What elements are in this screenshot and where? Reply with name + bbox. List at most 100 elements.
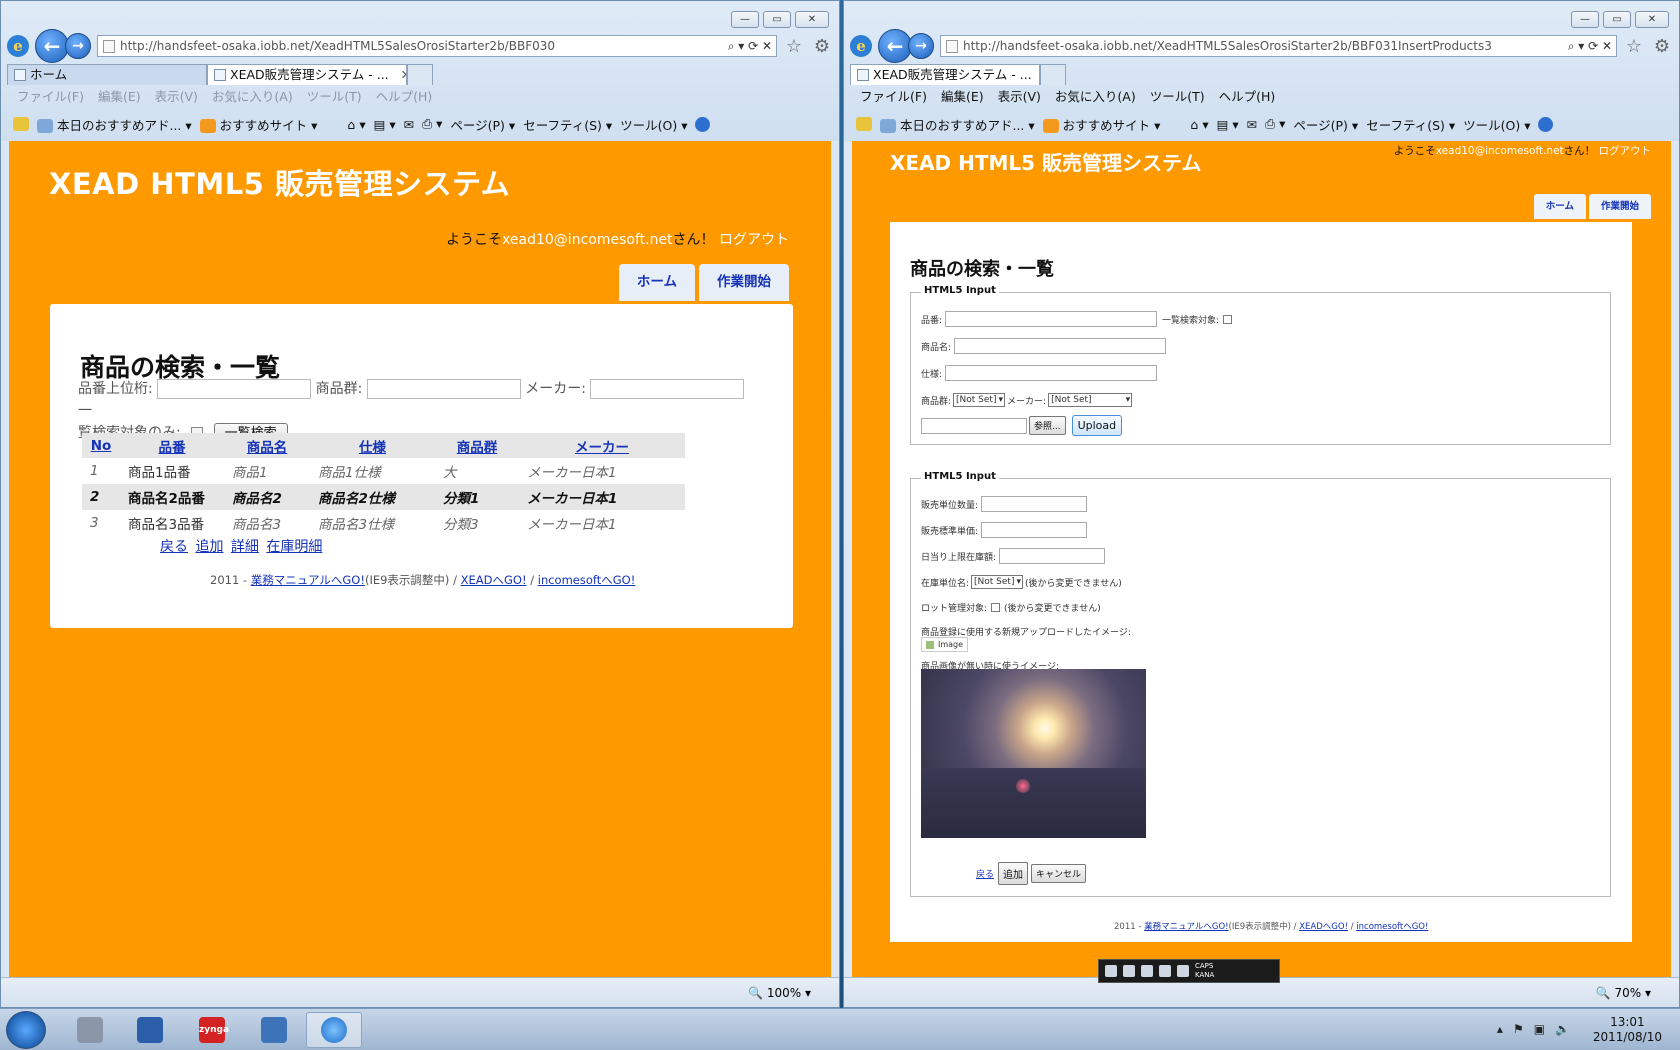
ime-tools-icon[interactable]	[1159, 965, 1171, 977]
tools-menu[interactable]: ツール(O) ▾	[1463, 115, 1530, 134]
menu-file[interactable]: ファイル(F)	[17, 87, 84, 107]
ime-pad-icon[interactable]	[1141, 965, 1153, 977]
feeds-icon[interactable]: ▤ ▾	[374, 117, 396, 132]
mail-icon[interactable]: ✉	[1247, 117, 1257, 132]
name-input[interactable]	[954, 338, 1167, 354]
clock[interactable]: 13:01 2011/08/10	[1593, 1015, 1662, 1045]
back-button[interactable]: ←	[878, 29, 912, 63]
nav-home-tab[interactable]: ホーム	[618, 264, 695, 301]
help-icon[interactable]	[695, 116, 711, 132]
detail-link[interactable]: 詳細	[231, 539, 259, 555]
safety-menu[interactable]: セーフティ(S) ▾	[1366, 115, 1455, 134]
menu-view[interactable]: 表示(V)	[155, 87, 198, 107]
ime-mode-icon[interactable]	[1123, 965, 1135, 977]
add-favorite-icon[interactable]	[13, 117, 29, 131]
network-icon[interactable]: ▣	[1534, 1022, 1545, 1036]
home-icon[interactable]: ⌂ ▾	[347, 117, 365, 132]
add-link[interactable]: 追加	[195, 539, 223, 555]
powershell-icon[interactable]	[122, 1012, 178, 1048]
favorites-star-icon[interactable]: ☆	[783, 36, 805, 57]
table-row[interactable]: 1 商品1品番 商品1 商品1仕様 大 メーカー日本1	[82, 458, 685, 484]
list-target-checkbox[interactable]	[1223, 314, 1233, 324]
fav-recommended[interactable]: おすすめサイト ▾	[199, 115, 317, 134]
col-spec[interactable]: 仕様	[310, 433, 435, 458]
back-button[interactable]: ←	[35, 29, 69, 63]
maximize-button[interactable]: ▭	[1603, 11, 1631, 28]
col-group[interactable]: 商品群	[435, 433, 519, 458]
print-icon[interactable]: ⎙ ▾	[1265, 116, 1285, 132]
manual-link[interactable]: 業務マニュアルへGO!	[251, 573, 365, 587]
zoom-control[interactable]: 🔍 100% ▾	[748, 986, 811, 1000]
address-bar[interactable]: http://handsfeet-osaka.iobb.net/XeadHTML…	[97, 35, 777, 57]
zoom-control[interactable]: 🔍 70% ▾	[1596, 986, 1651, 1000]
fav-recommended[interactable]: おすすめサイト ▾	[1042, 115, 1160, 134]
volume-icon[interactable]: 🔈	[1555, 1022, 1570, 1036]
nav-start-work-tab[interactable]: 作業開始	[699, 264, 789, 301]
upload-button[interactable]: Upload	[1071, 415, 1123, 436]
windows-start-icon[interactable]	[6, 1011, 46, 1049]
settings-gear-icon[interactable]: ⚙	[1651, 36, 1673, 57]
menu-favorites[interactable]: お気に入り(A)	[1055, 87, 1136, 107]
fav-suggested[interactable]: 本日のおすすめアド... ▾	[880, 115, 1035, 134]
stock-unit-select[interactable]: [Not Set]	[971, 575, 1024, 589]
logout-link[interactable]: ログアウト	[1599, 145, 1652, 157]
menu-tools[interactable]: ツール(T)	[307, 87, 362, 107]
back-link[interactable]: 戻る	[976, 867, 994, 880]
tab-xead[interactable]: XEAD販売管理システム - ... ✕	[207, 64, 407, 85]
new-tab-button[interactable]	[407, 64, 433, 85]
incomesoft-link[interactable]: incomesoftへGO!	[1356, 922, 1428, 932]
computer-management-icon[interactable]	[62, 1012, 118, 1048]
settings-gear-icon[interactable]: ⚙	[811, 36, 833, 57]
fav-suggested[interactable]: 本日のおすすめアド... ▾	[37, 115, 192, 134]
table-row[interactable]: 2 商品名2品番 商品名2 商品名2仕様 分類1 メーカー日本1	[82, 484, 685, 510]
address-tools-icon[interactable]: ⌕ ▾ ⟳ ✕	[728, 36, 772, 56]
zynga-icon[interactable]: zynga	[184, 1012, 240, 1048]
feeds-icon[interactable]: ▤ ▾	[1217, 117, 1239, 132]
maximize-button[interactable]: ▭	[763, 11, 791, 28]
help-icon[interactable]	[1538, 116, 1554, 132]
maker-select[interactable]: [Not Set]	[1048, 393, 1133, 407]
menu-edit[interactable]: 編集(E)	[98, 87, 141, 107]
close-button[interactable]: ✕	[795, 11, 829, 28]
forward-button[interactable]: →	[908, 33, 934, 59]
address-tools-icon[interactable]: ⌕ ▾ ⟳ ✕	[1568, 36, 1612, 56]
col-code[interactable]: 品番	[120, 433, 224, 458]
code-prefix-input[interactable]	[157, 379, 312, 399]
menu-help[interactable]: ヘルプ(H)	[376, 87, 433, 107]
close-button[interactable]: ✕	[1635, 11, 1669, 28]
tab-home[interactable]: ホーム	[7, 64, 207, 85]
spec-input[interactable]	[945, 365, 1158, 381]
stock-detail-link[interactable]: 在庫明細	[266, 539, 322, 555]
internet-explorer-icon[interactable]	[306, 1012, 362, 1048]
minimize-button[interactable]: —	[1571, 11, 1599, 28]
minimize-button[interactable]: —	[731, 11, 759, 28]
cancel-button[interactable]: キャンセル	[1031, 864, 1087, 883]
menu-edit[interactable]: 編集(E)	[941, 87, 984, 107]
std-price-input[interactable]	[981, 522, 1088, 538]
daily-limit-input[interactable]	[999, 548, 1106, 564]
forward-button[interactable]: →	[65, 33, 91, 59]
code-input[interactable]	[945, 311, 1158, 327]
logout-link[interactable]: ログアウト	[719, 232, 789, 248]
xead-link[interactable]: XEADへGO!	[461, 573, 527, 587]
page-menu[interactable]: ページ(P) ▾	[1293, 115, 1358, 134]
nav-start-work-tab[interactable]: 作業開始	[1588, 194, 1651, 219]
safety-menu[interactable]: セーフティ(S) ▾	[523, 115, 612, 134]
nav-home-tab[interactable]: ホーム	[1533, 194, 1586, 219]
xead-link[interactable]: XEADへGO!	[1299, 922, 1348, 932]
group-input[interactable]	[366, 379, 521, 399]
page-menu[interactable]: ページ(P) ▾	[450, 115, 515, 134]
menu-file[interactable]: ファイル(F)	[860, 87, 927, 107]
ime-icon[interactable]	[1105, 965, 1117, 977]
add-favorite-icon[interactable]	[856, 117, 872, 131]
menu-favorites[interactable]: お気に入り(A)	[212, 87, 293, 107]
tab-xead[interactable]: XEAD販売管理システム - ...	[850, 64, 1040, 85]
mail-icon[interactable]: ✉	[404, 117, 414, 132]
manual-link[interactable]: 業務マニュアルへGO!	[1144, 922, 1228, 932]
print-icon[interactable]: ⎙ ▾	[422, 116, 442, 132]
ime-help-icon[interactable]	[1177, 965, 1189, 977]
home-icon[interactable]: ⌂ ▾	[1190, 117, 1208, 132]
incomesoft-link[interactable]: incomesoftへGO!	[538, 573, 636, 587]
table-row[interactable]: 3 商品名3品番 商品名3 商品名3仕様 分類3 メーカー日本1	[82, 510, 685, 536]
lot-checkbox[interactable]	[991, 603, 1001, 612]
